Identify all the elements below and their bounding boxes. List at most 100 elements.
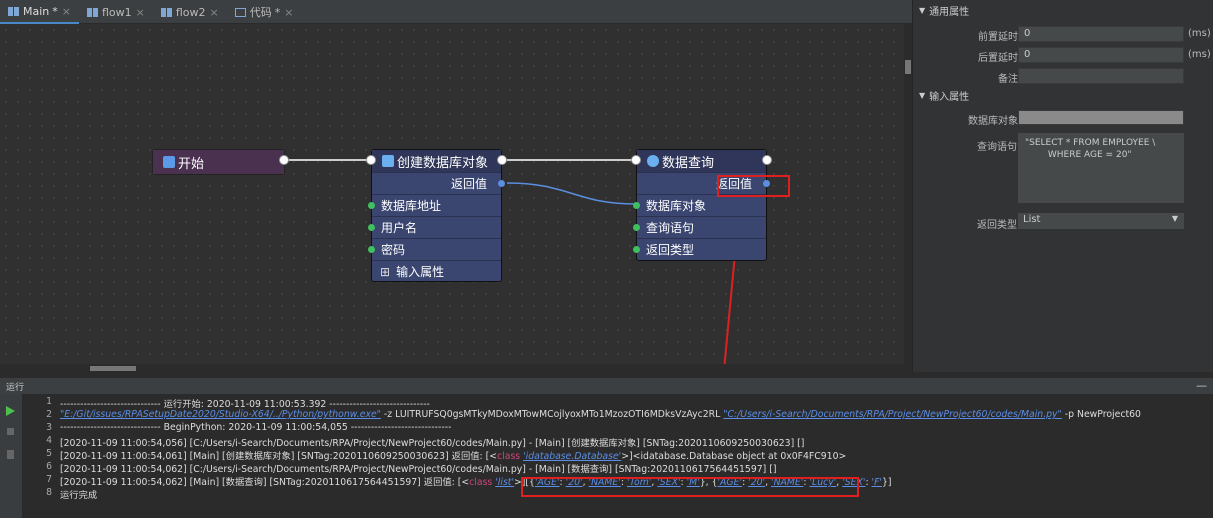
block-icon (163, 156, 175, 168)
tab-label: Main (23, 4, 50, 18)
query-label: 查询语句 (977, 142, 1017, 153)
console-text: -p NewProject60 (1061, 409, 1141, 420)
play-icon[interactable] (6, 406, 15, 416)
db-object-label: 数据库对象 (968, 116, 1018, 127)
expand-input-props[interactable]: ⊞ 输入属性 (372, 260, 501, 282)
console-output[interactable]: 1 ------------------------------ 运行开始: 20… (22, 394, 1213, 518)
tab-1[interactable]: Main * × (0, 0, 79, 24)
pre-delay-input[interactable]: 0 (1018, 26, 1184, 42)
output-label: 返回值 (450, 177, 487, 191)
tab-label: 代码 (249, 6, 272, 19)
input-return-type[interactable]: 返回类型 (633, 238, 766, 260)
node-start[interactable]: 开始 (152, 149, 285, 175)
close-icon[interactable]: × (210, 6, 219, 19)
input-pin[interactable] (368, 224, 375, 231)
collapse-triangle-icon: ▼ (919, 90, 926, 100)
stop-icon[interactable] (7, 428, 14, 435)
canvas-vertical-scrollbar[interactable] (904, 24, 912, 372)
close-icon[interactable]: × (62, 5, 71, 18)
line-number: 4 (46, 435, 52, 446)
canvas-horizontal-scrollbar[interactable] (0, 364, 904, 372)
db-object-input[interactable] (1018, 110, 1184, 125)
close-icon[interactable]: × (136, 6, 145, 19)
tab-2[interactable]: flow1 × (79, 0, 153, 24)
exec-in-pin-query[interactable] (631, 155, 641, 165)
post-delay-label: 后置延时 (978, 53, 1018, 64)
run-pane-title: 运行 (6, 382, 25, 393)
tab-modified-marker: * (274, 5, 281, 19)
console-line: 3 ------------------------------ BeginPyt… (22, 422, 1213, 435)
exec-out-pin-query[interactable] (762, 155, 772, 165)
return-type-select[interactable]: List ▼ (1018, 213, 1184, 229)
code-file-icon (234, 7, 246, 17)
line-text: ------------------------------ BeginPyth… (60, 422, 451, 433)
database-icon (382, 155, 394, 167)
section-title: 通用属性 (929, 6, 970, 18)
input-db-object[interactable]: 数据库对象 (633, 194, 766, 216)
search-db-icon (647, 155, 659, 167)
console-link[interactable]: "E:/Git/issues/RPASetupDate2020/Studio-X… (60, 409, 381, 420)
line-text: "E:/Git/issues/RPASetupDate2020/Studio-X… (60, 409, 1141, 420)
line-text: ------------------------------ 运行开始: 202… (60, 396, 430, 410)
input-db-address[interactable]: 数据库地址 (368, 194, 501, 216)
input-label: 密码 (381, 243, 406, 257)
output-return-value[interactable]: 返回值 (372, 172, 505, 194)
line-text: [2020-11-09 11:00:54,056] [C:/Users/i-Se… (60, 435, 804, 449)
flow-icon (160, 7, 172, 17)
line-number: 8 (46, 487, 52, 498)
flow-icon (8, 6, 19, 16)
tab-label: flow1 (101, 5, 132, 19)
db-object-row: 数据库对象 (913, 110, 1213, 127)
line-text: [2020-11-09 11:00:54,061] [Main] [创建数据库对… (60, 448, 846, 462)
input-password[interactable]: 密码 (368, 238, 501, 260)
tab-4[interactable]: 代码 * × (227, 0, 302, 24)
line-number: 7 (46, 474, 52, 485)
post-delay-row: 后置延时 0 (ms) (913, 47, 1213, 64)
close-icon[interactable]: × (284, 6, 293, 19)
expand-label: 输入属性 (396, 265, 445, 279)
post-delay-input[interactable]: 0 (1018, 47, 1184, 63)
editor-tab-bar: Main * × flow1 × flow2 × 代码 * × (0, 0, 912, 24)
input-pin[interactable] (368, 246, 375, 253)
return-type-label: 返回类型 (977, 220, 1017, 231)
input-label: 查询语句 (646, 221, 695, 235)
minimize-icon[interactable]: — (1196, 379, 1207, 392)
scroll-thumb[interactable] (905, 60, 911, 74)
input-pin[interactable] (633, 246, 640, 253)
console-line: 4 [2020-11-09 11:00:54,056] [C:/Users/i-S… (22, 435, 1213, 449)
tab-label: flow2 (175, 5, 206, 19)
annotation-box-query-result (521, 477, 859, 497)
exec-out-pin-create-db[interactable] (497, 155, 507, 165)
clear-icon[interactable] (7, 450, 14, 459)
line-text: 运行完成 (60, 487, 97, 501)
input-pin[interactable] (633, 224, 640, 231)
input-pin[interactable] (368, 202, 375, 209)
exec-out-pin-start[interactable] (279, 155, 289, 165)
node-create-db[interactable]: 创建数据库对象 返回值 数据库地址 用户名 密码 ⊞ 输入属性 (368, 149, 505, 282)
console-line: 2 "E:/Git/issues/RPASetupDate2020/Studio-… (22, 409, 1213, 422)
console-text: 运行完成 (60, 490, 98, 501)
flow-icon (86, 7, 98, 17)
node-start-title: 开始 (178, 156, 205, 172)
query-textarea[interactable]: "SELECT * FROM EMPLOYEE \ WHERE AGE = 20… (1018, 133, 1184, 203)
output-pin[interactable] (498, 180, 505, 187)
section-general-properties[interactable]: ▼ 通用属性 (913, 0, 1213, 20)
input-username[interactable]: 用户名 (368, 216, 501, 238)
console-text: -z LUITRUFSQ0gsMTkyMDoxMTowMCojlyoxMTo1M… (380, 409, 724, 420)
line-text: [2020-11-09 11:00:54,062] [C:/Users/i-Se… (60, 461, 777, 475)
input-pin[interactable] (633, 202, 640, 209)
note-input[interactable] (1018, 68, 1184, 84)
expand-icon: ⊞ (380, 264, 391, 279)
pre-delay-label: 前置延时 (978, 32, 1018, 43)
console-link[interactable]: "C:/Users/i-Search/Documents/RPA/Project… (723, 409, 1062, 420)
note-label: 备注 (998, 74, 1018, 85)
input-label: 数据库地址 (381, 199, 442, 213)
annotation-box-return-value (717, 175, 790, 197)
exec-in-pin-create-db[interactable] (366, 155, 376, 165)
section-input-properties[interactable]: ▼ 输入属性 (913, 85, 1213, 105)
input-query-sql[interactable]: 查询语句 (633, 216, 766, 238)
line-number: 3 (46, 422, 52, 433)
node-query[interactable]: 数据查询 返回值 数据库对象 查询语句 返回类型 (633, 149, 770, 261)
scroll-thumb[interactable] (90, 366, 136, 371)
tab-3[interactable]: flow2 × (153, 0, 227, 24)
